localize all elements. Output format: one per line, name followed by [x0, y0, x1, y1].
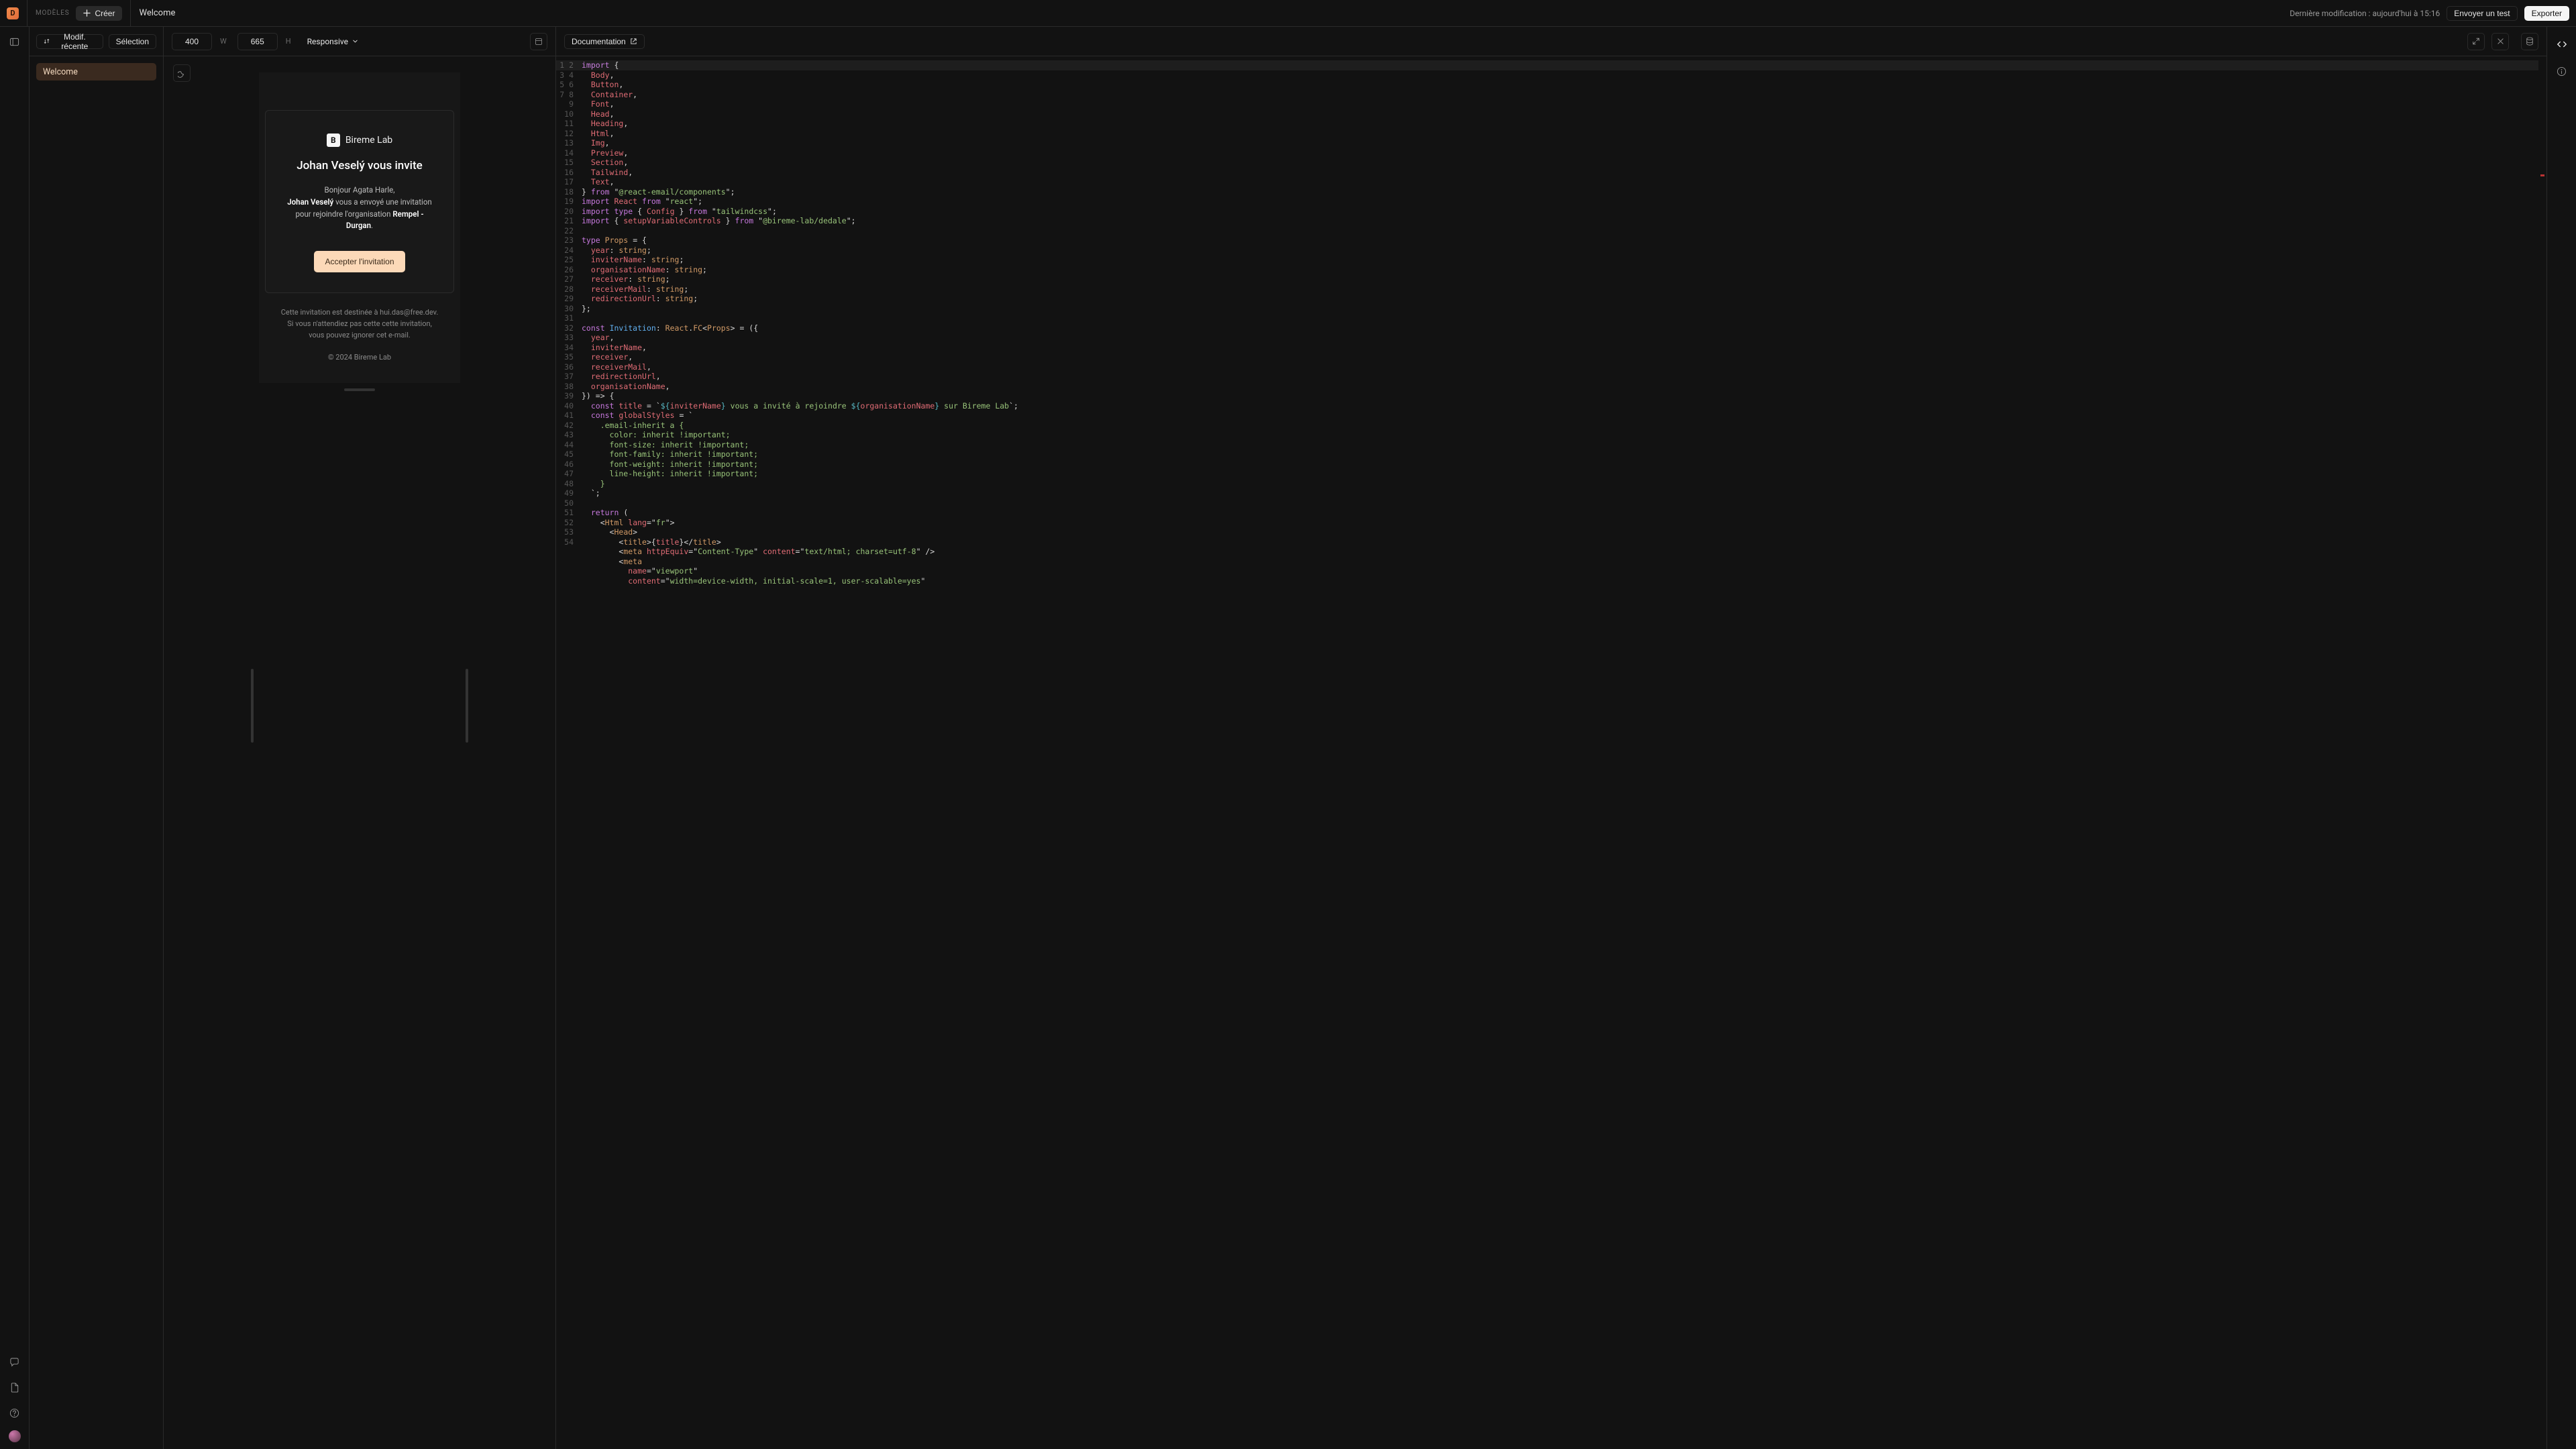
models-label: MODÈLES	[36, 9, 69, 17]
height-input[interactable]	[237, 33, 278, 50]
selection-button[interactable]: Sélection	[109, 34, 156, 49]
device-preview-button[interactable]	[530, 33, 547, 50]
code-editor[interactable]: 1 2 3 4 5 6 7 8 9 10 11 12 13 14 15 16 1…	[556, 56, 2546, 1449]
resize-handle-left[interactable]	[251, 669, 254, 743]
email-card: B Bireme Lab Johan Veselý vous invite Bo…	[265, 110, 454, 293]
chat-icon[interactable]	[7, 1354, 23, 1370]
create-button[interactable]: Créer	[76, 6, 122, 21]
device-icon	[535, 37, 543, 46]
chevron-down-icon	[352, 38, 358, 44]
help-icon[interactable]	[7, 1405, 23, 1421]
email-footer-l2: Si vous n'attendiez pas cette cette invi…	[287, 319, 431, 328]
recent-modification-label: Modif. récente	[54, 32, 96, 51]
email-preview-frame: B Bireme Lab Johan Veselý vous invite Bo…	[259, 72, 460, 383]
info-icon[interactable]	[2554, 63, 2570, 79]
create-button-label: Créer	[95, 9, 115, 18]
email-title: Johan Veselý vous invite	[297, 159, 423, 172]
sidebar-item-welcome[interactable]: Welcome	[36, 63, 156, 80]
line-number-gutter: 1 2 3 4 5 6 7 8 9 10 11 12 13 14 15 16 1…	[556, 56, 579, 1449]
database-icon	[2526, 37, 2534, 46]
email-body: Bonjour Agata Harle, Johan Veselý vous a…	[283, 184, 436, 232]
email-period: .	[371, 221, 373, 230]
email-body-mid: vous a envoyé une invitation	[333, 197, 432, 207]
sidebar: Modif. récente Sélection Welcome	[30, 27, 164, 1449]
right-rail	[2546, 27, 2576, 1449]
file-icon[interactable]	[7, 1379, 23, 1395]
app-logo[interactable]: D	[7, 7, 19, 19]
close-icon	[2497, 38, 2504, 45]
code-view-icon[interactable]	[2554, 36, 2570, 52]
preview-pane: W H Responsive	[164, 27, 556, 1449]
documentation-label: Documentation	[572, 37, 626, 46]
width-input[interactable]	[172, 33, 212, 50]
database-button[interactable]	[2521, 33, 2538, 50]
email-copyright: © 2024 Bireme Lab	[328, 353, 391, 362]
email-inviter: Johan Veselý	[287, 197, 333, 207]
preview-canvas: B Bireme Lab Johan Veselý vous invite Bo…	[164, 56, 555, 1449]
brand-name: Bireme Lab	[345, 135, 392, 146]
plus-icon	[83, 9, 91, 17]
email-footer-l3: vous pouvez ignorer cet e-mail.	[309, 331, 411, 339]
height-label: H	[286, 37, 291, 46]
send-test-button[interactable]: Envoyer un test	[2447, 6, 2517, 21]
responsive-label: Responsive	[307, 37, 348, 46]
topbar: D MODÈLES Créer Welcome Dernière modific…	[0, 0, 2576, 27]
minimap-error-marker	[2540, 174, 2544, 176]
email-body-line2a: pour rejoindre l'organisation	[295, 209, 392, 219]
email-footer: Cette invitation est destinée à hui.das@…	[281, 307, 439, 341]
sidebar-item-label: Welcome	[43, 67, 78, 77]
resize-handle-right[interactable]	[466, 669, 468, 743]
close-code-button[interactable]	[2491, 33, 2509, 50]
active-line-highlight	[556, 60, 2538, 70]
moon-icon	[178, 69, 186, 78]
toggle-sidebar-icon[interactable]	[7, 34, 23, 50]
divider	[27, 0, 28, 27]
email-greeting: Bonjour Agata Harle,	[324, 185, 394, 195]
code-toolbar: Documentation	[556, 27, 2546, 56]
email-brand: B Bireme Lab	[327, 133, 392, 147]
responsive-select[interactable]: Responsive	[302, 33, 364, 50]
preview-toolbar: W H Responsive	[164, 27, 555, 56]
export-button[interactable]: Exporter	[2524, 6, 2569, 21]
external-link-icon	[630, 38, 637, 45]
left-rail	[0, 27, 30, 1449]
documentation-button[interactable]: Documentation	[564, 34, 645, 49]
sort-icon	[44, 38, 50, 45]
code-content[interactable]: import { Body, Button, Container, Font, …	[579, 56, 2546, 1449]
divider	[130, 0, 131, 27]
last-modified-status: Dernière modification : aujourd'hui à 15…	[2290, 9, 2440, 18]
email-footer-l1: Cette invitation est destinée à hui.das@…	[281, 308, 439, 317]
tab-title: Welcome	[139, 8, 175, 18]
code-pane: Documentation	[556, 27, 2546, 1449]
accept-invitation-button[interactable]: Accepter l'invitation	[314, 251, 405, 272]
brand-logo: B	[327, 133, 340, 147]
dark-mode-toggle[interactable]	[173, 64, 191, 82]
recent-modification-button[interactable]: Modif. récente	[36, 34, 103, 49]
user-avatar[interactable]	[9, 1430, 21, 1442]
resize-handle-bottom[interactable]	[344, 388, 375, 391]
expand-icon	[2472, 37, 2480, 46]
width-label: W	[220, 37, 227, 46]
expand-code-button[interactable]	[2467, 33, 2485, 50]
